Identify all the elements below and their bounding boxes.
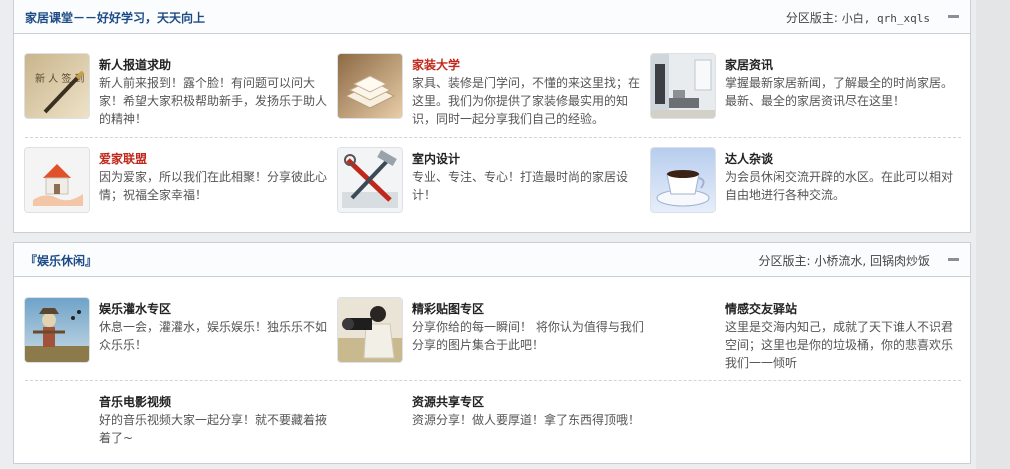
forum-item: 情感交友驿站 这里是交海内知己，成就了天下谁人不识君空间；这里也是你的垃圾桶，你… xyxy=(651,298,961,378)
forum-name[interactable]: 情感交友驿站 xyxy=(725,300,797,317)
forum-item: 爱家联盟 因为爱家，所以我们在此相聚！分享彼此心情；祝福全家幸福！ xyxy=(25,148,335,228)
forum-item: 音乐电影视频 好的音乐视频大家一起分享！就不要藏着掖着了~ xyxy=(25,391,335,469)
section-title[interactable]: 『娱乐休闲』 xyxy=(25,252,97,269)
forum-item: 达人杂谈 为会员休闲交流开辟的水区。在此可以相对自由地进行各种交流。 xyxy=(651,148,961,228)
moderators-label: 分区版主: xyxy=(758,254,811,268)
section-moderators: 分区版主: 小白, qrh_xqls xyxy=(786,9,930,26)
moderators-names[interactable]: 小白, qrh_xqls xyxy=(842,12,930,25)
forum-description: 掌握最新家居新闻，了解最全的时尚家居。最新、最全的家居资讯尽在这里！ xyxy=(725,76,954,108)
row-divider xyxy=(25,380,961,381)
forum-description: 家具、装修是门学问，不懂的来这里找；在这里。我们为你提供了家装修最实用的知识，同… xyxy=(412,76,641,126)
section-header: 『娱乐休闲』 分区版主: 小桥流水, 回锅肉炒饭 xyxy=(14,243,970,277)
collapse-icon[interactable] xyxy=(948,15,959,18)
forum-name[interactable]: 爱家联盟 xyxy=(99,150,147,167)
house-hand-icon[interactable] xyxy=(25,148,89,212)
forum-description: 休息一会，灌灌水，娱乐娱乐！独乐乐不如众乐乐！ xyxy=(99,320,328,352)
forum-item: 资源共享专区 资源分享！做人要厚道！拿了东西得顶哦！ xyxy=(338,391,648,469)
forum-name[interactable]: 室内设计 xyxy=(412,150,460,167)
forum-name[interactable]: 娱乐灌水专区 xyxy=(99,300,171,317)
forum-description: 分享你给的每一瞬间！ 将你认为值得与我们分享的图片集合于此吧！ xyxy=(412,320,644,352)
forum-description: 专业、专注、专心！打造最时尚的家居设计！ xyxy=(412,170,629,202)
forum-item: 新 人 签 到 新人报道求助 新人前来报到！露个脸！有问题可以问大家！希望大家积… xyxy=(25,54,335,134)
forum-name[interactable]: 达人杂谈 xyxy=(725,150,773,167)
tools-icon[interactable] xyxy=(338,148,402,212)
forum-description: 新人前来报到！露个脸！有问题可以问大家！希望大家积极帮助新手，发扬乐于助人的精神… xyxy=(99,76,328,126)
moderators-label: 分区版主: xyxy=(785,11,838,25)
forum-description: 好的音乐视频大家一起分享！就不要藏着掖着了~ xyxy=(99,413,328,445)
forum-name[interactable]: 家装大学 xyxy=(412,56,460,73)
forum-item: 室内设计 专业、专注、专心！打造最时尚的家居设计！ xyxy=(338,148,648,228)
scroll-gutter xyxy=(976,0,1010,469)
forum-item: 娱乐灌水专区 休息一会，灌灌水，娱乐娱乐！独乐乐不如众乐乐！ xyxy=(25,298,335,378)
book-icon[interactable] xyxy=(338,54,402,118)
forum-description: 资源分享！做人要厚道！拿了东西得顶哦！ xyxy=(412,413,641,427)
coffee-cup-icon[interactable] xyxy=(651,148,715,212)
room-icon[interactable] xyxy=(651,54,715,118)
page: 家居课堂－－好好学习，天天向上 分区版主: 小白, qrh_xqls 新 人 签… xyxy=(0,0,1010,469)
forum-item: 家装大学 家具、装修是门学问，不懂的来这里找；在这里。我们为你提供了家装修最实用… xyxy=(338,54,648,134)
forum-description: 因为爱家，所以我们在此相聚！分享彼此心情；祝福全家幸福！ xyxy=(99,170,328,202)
moderators-names[interactable]: 小桥流水, 回锅肉炒饭 xyxy=(814,254,930,268)
forum-description: 为会员休闲交流开辟的水区。在此可以相对自由地进行各种交流。 xyxy=(725,170,954,202)
row-divider xyxy=(25,137,961,138)
forum-name[interactable]: 音乐电影视频 xyxy=(99,393,171,410)
forum-item: 家居资讯 掌握最新家居新闻，了解最全的时尚家居。最新、最全的家居资讯尽在这里！ xyxy=(651,54,961,134)
forum-description: 这里是交海内知己，成就了天下谁人不识君空间；这里也是你的垃圾桶，你的悲喜欢乐我们… xyxy=(725,320,954,370)
forum-item: 精彩贴图专区 分享你给的每一瞬间！ 将你认为值得与我们分享的图片集合于此吧！ xyxy=(338,298,648,378)
forum-name[interactable]: 新人报道求助 xyxy=(99,56,171,73)
scarecrow-icon[interactable] xyxy=(25,298,89,362)
forum-section-home-class: 家居课堂－－好好学习，天天向上 分区版主: 小白, qrh_xqls 新 人 签… xyxy=(13,0,971,233)
forum-name[interactable]: 精彩贴图专区 xyxy=(412,300,484,317)
section-moderators: 分区版主: 小桥流水, 回锅肉炒饭 xyxy=(758,252,930,269)
forum-name[interactable]: 家居资讯 xyxy=(725,56,773,73)
forum-section-entertainment: 『娱乐休闲』 分区版主: 小桥流水, 回锅肉炒饭 娱乐灌水专区 休息一会，灌灌水… xyxy=(13,242,971,464)
forum-name[interactable]: 资源共享专区 xyxy=(412,393,484,410)
camera-person-icon[interactable] xyxy=(338,298,402,362)
section-header: 家居课堂－－好好学习，天天向上 分区版主: 小白, qrh_xqls xyxy=(14,0,970,34)
pen-icon[interactable]: 新 人 签 到 xyxy=(25,54,89,118)
collapse-icon[interactable] xyxy=(948,258,959,261)
section-title[interactable]: 家居课堂－－好好学习，天天向上 xyxy=(25,9,205,26)
